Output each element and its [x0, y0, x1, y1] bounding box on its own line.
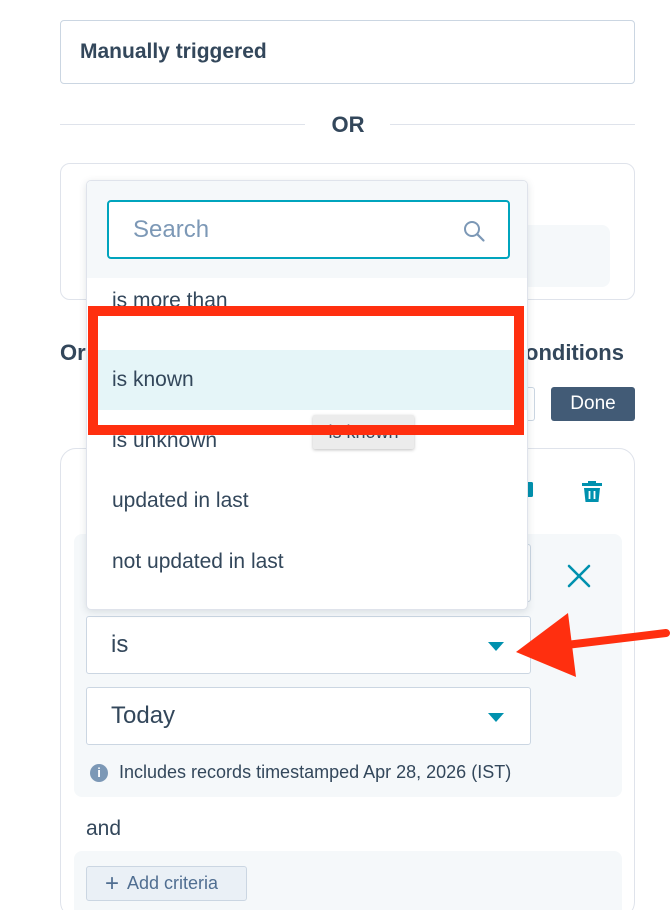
caret-down-icon — [488, 713, 504, 722]
timestamp-info-text: Includes records timestamped Apr 28, 202… — [119, 762, 512, 782]
date-value-select[interactable]: Today — [86, 687, 531, 745]
option-label: updated in last — [112, 489, 249, 512]
search-input[interactable] — [133, 215, 453, 244]
caret-down-icon — [488, 642, 504, 651]
date-value-select-value: Today — [111, 702, 176, 729]
and-label: and — [86, 817, 122, 840]
trash-icon[interactable] — [580, 478, 604, 504]
search-icon — [464, 221, 485, 242]
annotation-highlight-box — [88, 306, 524, 435]
plus-icon: + — [105, 869, 120, 897]
manual-trigger-card[interactable]: Manually triggered — [60, 20, 635, 84]
or-divider-left — [60, 124, 305, 125]
option-not-updated-in-last[interactable]: not updated in last — [87, 532, 527, 592]
operator-select-value: is — [111, 631, 129, 658]
section-heading-left: Or — [60, 340, 86, 365]
or-divider-right — [390, 124, 635, 125]
or-separator-label: OR — [331, 112, 365, 137]
timestamp-info: i Includes records timestamped Apr 28, 2… — [90, 762, 511, 783]
filter-card-inner-panel — [520, 225, 610, 287]
info-icon: i — [90, 763, 108, 782]
add-criteria-label: Add criteria — [127, 873, 219, 893]
close-icon[interactable] — [563, 560, 595, 592]
manual-trigger-label: Manually triggered — [80, 40, 267, 63]
section-heading-right: onditions — [525, 340, 624, 365]
option-label: not updated in last — [112, 550, 284, 573]
dropdown-search-box[interactable] — [107, 200, 510, 259]
operator-select[interactable]: is — [86, 616, 531, 674]
add-criteria-button[interactable]: + Add criteria — [86, 866, 247, 901]
option-updated-in-last[interactable]: updated in last — [87, 471, 527, 531]
done-button[interactable]: Done — [551, 387, 635, 421]
annotation-arrow-icon — [516, 613, 670, 677]
